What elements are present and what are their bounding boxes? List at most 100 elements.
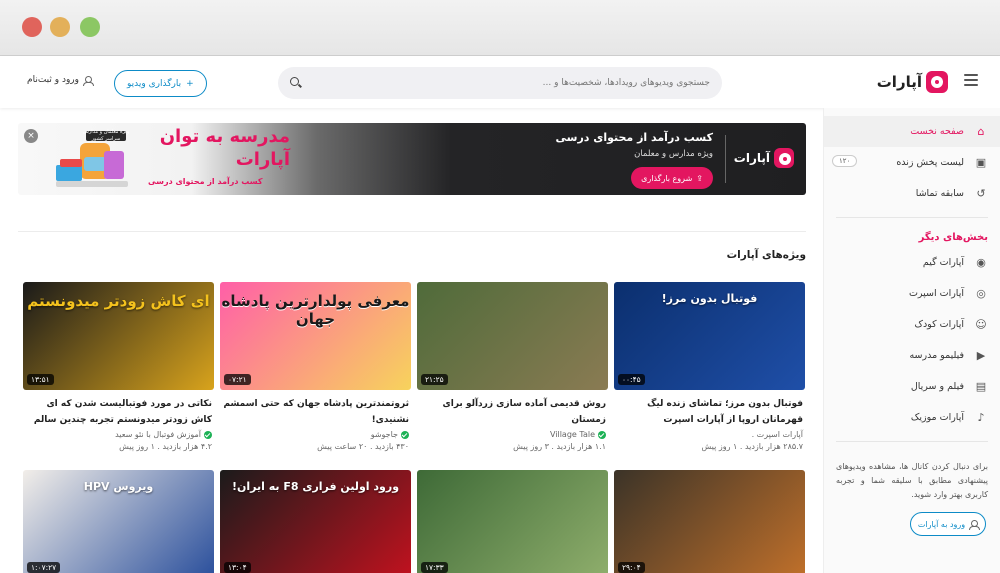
section-title: ویژه‌های آپارات (726, 249, 806, 261)
banner-art-tag: ویژه معلمان و مدارس سراسر کشور (82, 129, 130, 142)
video-thumbnail[interactable]: ۲۱:۲۵ (417, 282, 608, 390)
video-thumbnail[interactable]: فوتبال بدون مرز! ۰۰:۴۵ (614, 282, 805, 390)
sidebar-login-button[interactable]: ورود به آپارات (910, 512, 986, 536)
sidebar-item-game[interactable]: ◉ آپارات گیم (824, 247, 1000, 278)
video-duration: ۱:۰۷:۲۷ (27, 562, 61, 573)
film-icon: ▤ (975, 380, 987, 393)
video-card[interactable]: ویروس HPV ۱:۰۷:۲۷ (23, 470, 214, 573)
verified-icon (401, 430, 409, 439)
aparat-logo[interactable]: آپارات (877, 70, 948, 94)
view-count: ۲۸۵.۷ هزار بازدید (744, 442, 803, 451)
sidebar-item-music[interactable]: ♪ آپارات موزیک (824, 402, 1000, 433)
sidebar-item-history[interactable]: ↺ سابقه تماشا (824, 178, 1000, 209)
video-thumbnail[interactable]: ورود اولین فراری F8 به ایران! ۱۳:۰۴ (220, 470, 411, 573)
close-window-button[interactable] (22, 17, 42, 37)
view-count: ۴۳۰ بازدید (375, 442, 409, 451)
video-duration: ۱۳:۰۴ (224, 562, 251, 573)
login-prompt-text: برای دنبال کردن کانال ها، مشاهده ویدیوها… (836, 462, 988, 499)
close-banner-icon[interactable]: × (24, 129, 38, 143)
sidebar-item-kids[interactable]: ☺ آپارات کودک (824, 309, 1000, 340)
sidebar-item-school[interactable]: ▶ فیلیمو مدرسه (824, 340, 1000, 371)
video-title[interactable]: نکاتی در مورد فوتبالیست شدن که ای کاش زو… (23, 396, 214, 428)
video-title[interactable]: ثروتمندترین پادشاه جهان که حتی اسمشم نشن… (220, 396, 411, 428)
video-thumbnail[interactable]: معرفی پولدارترین پادشاه جهان ۰۷:۲۱ (220, 282, 411, 390)
meta-separator: . (548, 442, 557, 451)
upload-age: ۲۰ ساعت پیش (317, 442, 368, 451)
user-icon (83, 75, 94, 86)
upload-age: ۱ روز پیش (119, 442, 155, 451)
login-label: ورود و ثبت‌نام (27, 75, 79, 85)
video-thumbnail[interactable]: ویروس HPV ۱:۰۷:۲۷ (23, 470, 214, 573)
sidebar-item-label: فیلم و سریال (910, 381, 964, 392)
channel-name-row[interactable]: Village Tale (417, 430, 608, 439)
login-signup-link[interactable]: ورود و ثبت‌نام (27, 75, 94, 86)
user-icon (969, 519, 981, 530)
sidebar-item-label: فیلیمو مدرسه (909, 350, 964, 361)
channel-name: آموزش فوتبال با نئو سعید (115, 430, 201, 439)
banner-title: کسب درآمد از محتوای درسی (555, 131, 713, 144)
video-thumbnail[interactable]: ای کاش زودتر میدونستم ۱۳:۵۱ (23, 282, 214, 390)
history-icon: ↺ (976, 187, 986, 200)
video-card[interactable]: معرفی پولدارترین پادشاه جهان ۰۷:۲۱ ثروتمند… (220, 282, 411, 451)
video-thumbnail[interactable]: ۲۹:۰۴ (614, 470, 805, 573)
thumbnail-caption: معرفی پولدارترین پادشاه جهان (221, 292, 410, 328)
section-divider (18, 231, 806, 232)
search-input[interactable] (302, 78, 710, 88)
divider (836, 441, 988, 442)
view-count: ۱.۱ هزار بازدید (556, 442, 606, 451)
divider (836, 217, 988, 218)
video-meta: ۱.۱ هزار بازدید . ۳ روز پیش (417, 442, 608, 451)
video-title[interactable]: روش قدیمی آماده سازی زردآلو برای زمستان (417, 396, 608, 428)
sidebar-item-sport[interactable]: ◎ آپارات اسپرت (824, 278, 1000, 309)
sidebar-login-label: ورود به آپارات (917, 519, 966, 529)
music-icon: ♪ (977, 411, 985, 424)
top-header: آپارات + بارگذاری ویدیو ورود و ثبت‌نام (0, 56, 1000, 108)
banner-caption: کسب درآمد از محتوای درسی (148, 177, 263, 186)
video-duration: ۲۹:۰۴ (618, 562, 645, 573)
channel-name-row[interactable]: آموزش فوتبال با نئو سعید (23, 430, 214, 439)
video-card[interactable]: ۱۷:۳۳ (417, 470, 608, 573)
video-meta: ۴۳۰ بازدید . ۲۰ ساعت پیش (220, 442, 411, 451)
start-upload-label: شروع بارگذاری (641, 173, 693, 183)
upload-icon: ⇪ (696, 173, 703, 183)
video-duration: ۲۱:۲۵ (421, 374, 448, 385)
sidebar-item-label: لیست پخش زنده (896, 157, 964, 168)
video-thumbnail[interactable]: ۱۷:۳۳ (417, 470, 608, 573)
channel-name-row[interactable]: آپارات اسپرت . (614, 430, 805, 439)
live-icon: ▣ (975, 156, 987, 169)
search-icon[interactable] (290, 77, 302, 89)
sidebar-item-film[interactable]: ▤ فیلم و سریال (824, 371, 1000, 402)
video-card[interactable]: ۲۱:۲۵ روش قدیمی آماده سازی زردآلو برای زم… (417, 282, 608, 451)
sidebar-item-label: آپارات گیم (922, 257, 964, 268)
upload-video-button[interactable]: + بارگذاری ویدیو (114, 70, 207, 97)
start-upload-button[interactable]: ⇪ شروع بارگذاری (631, 167, 713, 189)
hamburger-menu-icon[interactable] (964, 74, 978, 86)
home-icon: ⌂ (977, 125, 985, 138)
sidebar-item-live-list[interactable]: ▣ لیست پخش زنده ۱۲۰ (824, 147, 1000, 178)
sidebar-item-label: آپارات کودک (914, 319, 964, 330)
banner-logo: آپارات (734, 148, 794, 168)
banner-subtitle: ویژه مدارس و معلمان (634, 149, 713, 159)
minimize-window-button[interactable] (50, 17, 70, 37)
aparat-logo-icon (926, 71, 948, 93)
banner-logo-text: آپارات (733, 151, 770, 165)
video-card[interactable]: ای کاش زودتر میدونستم ۱۳:۵۱ نکاتی در مورد … (23, 282, 214, 451)
thumbnail-caption: ای کاش زودتر میدونستم (27, 292, 210, 310)
video-card[interactable]: فوتبال بدون مرز! ۰۰:۴۵ فوتبال بدون مرز؛ تم… (614, 282, 805, 451)
video-card[interactable]: ۲۹:۰۴ (614, 470, 805, 573)
thumbnail-caption: ویروس HPV (83, 480, 154, 493)
video-title[interactable]: فوتبال بدون مرز؛ تماشای زنده لیگ قهرمانا… (614, 396, 805, 428)
sidebar-item-label: صفحه نخست (910, 126, 964, 137)
upload-label: بارگذاری ویدیو (127, 78, 182, 89)
sport-icon: ◎ (976, 287, 986, 300)
video-duration: ۰۷:۲۱ (224, 374, 251, 385)
live-count-badge: ۱۲۰ (832, 155, 858, 167)
promo-banner[interactable]: آپارات کسب درآمد از محتوای درسی ویژه مدا… (18, 123, 806, 195)
video-card[interactable]: ورود اولین فراری F8 به ایران! ۱۳:۰۴ (220, 470, 411, 573)
other-sections-heading: بخش‌های دیگر (918, 232, 988, 243)
channel-name-row[interactable]: جاجوشو (220, 430, 411, 439)
sidebar-item-home[interactable]: ⌂ صفحه نخست (824, 116, 1000, 147)
maximize-window-button[interactable] (80, 17, 100, 37)
kids-icon: ☺ (975, 318, 987, 331)
sidebar-item-label: آپارات موزیک (910, 412, 964, 423)
